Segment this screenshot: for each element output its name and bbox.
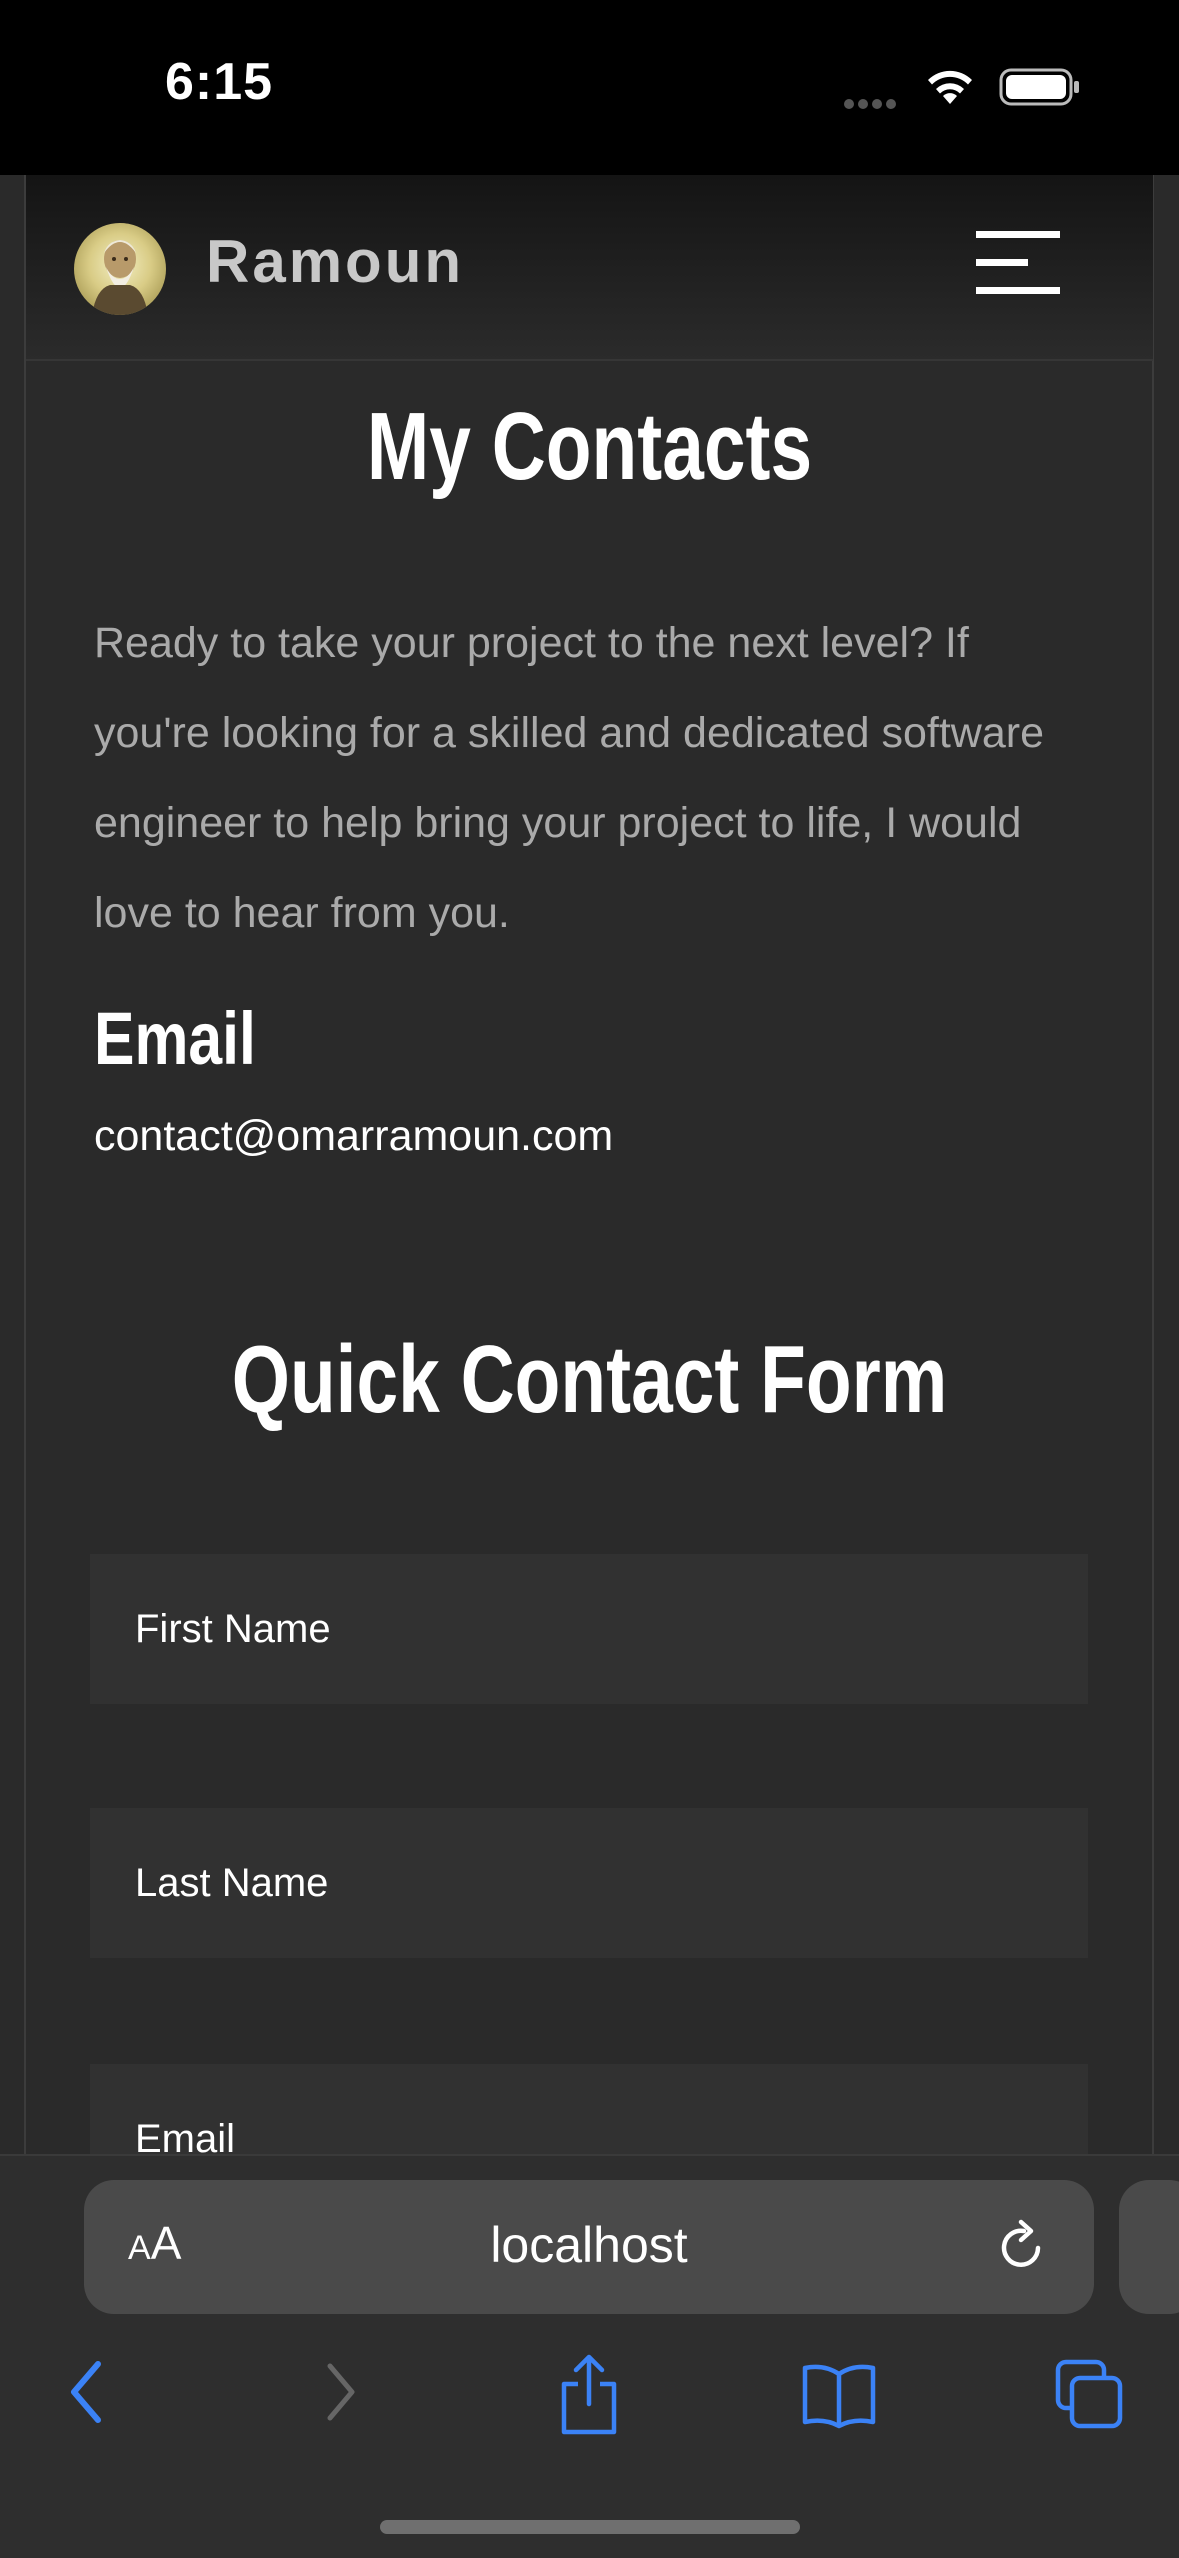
- back-icon[interactable]: [66, 2352, 106, 2432]
- form-title: Quick Contact Form: [231, 1326, 948, 1433]
- signal-icon: [844, 94, 904, 109]
- bookmarks-icon[interactable]: [800, 2360, 878, 2432]
- status-time: 6:15: [165, 53, 274, 111]
- forward-icon[interactable]: [322, 2352, 362, 2432]
- next-tab-peek[interactable]: [1119, 2180, 1179, 2314]
- avatar[interactable]: [74, 223, 166, 315]
- contacts-intro: Ready to take your project to the next l…: [94, 619, 1044, 937]
- share-icon[interactable]: [556, 2352, 622, 2436]
- home-indicator: [380, 2520, 800, 2534]
- contacts-title: My Contacts: [366, 393, 813, 500]
- wifi-icon: [928, 70, 972, 104]
- reload-icon[interactable]: [994, 2218, 1050, 2276]
- brand-name[interactable]: Ramoun: [206, 227, 464, 296]
- email-address[interactable]: contact@omarramoun.com: [94, 1112, 613, 1161]
- first-name-field[interactable]: [90, 1554, 1088, 1704]
- portrait-image: [92, 240, 148, 315]
- battery-icon: [999, 68, 1079, 106]
- browser-toolbar: AA localhost: [0, 2154, 1179, 2558]
- last-name-field[interactable]: [90, 1808, 1088, 1958]
- email-heading: Email: [94, 997, 256, 1080]
- address-bar[interactable]: AA localhost: [84, 2180, 1094, 2314]
- site-header: Ramoun: [26, 175, 1153, 361]
- url-text[interactable]: localhost: [84, 2216, 1094, 2274]
- hamburger-menu-icon[interactable]: [976, 231, 1060, 295]
- status-bar: 6:15: [0, 0, 1179, 175]
- tabs-icon[interactable]: [1054, 2358, 1124, 2430]
